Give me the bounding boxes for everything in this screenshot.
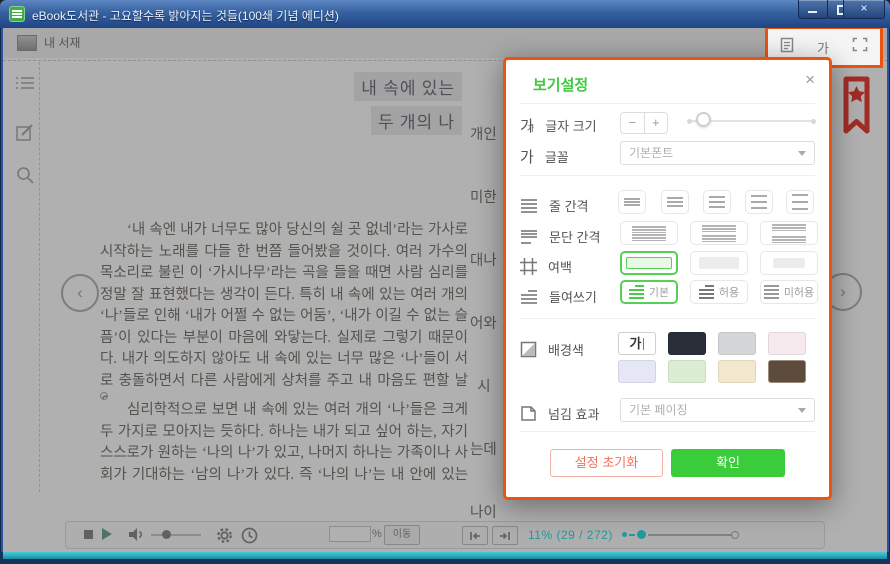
font-size-label: 글자 크기 <box>545 116 596 135</box>
font-size-stepper[interactable]: − + <box>620 112 668 134</box>
font-row-label: 가 글꼴 <box>520 146 569 167</box>
flip-effect-row-label: 넘김 효과 <box>520 404 599 423</box>
font-select[interactable]: 기본폰트 <box>620 141 815 165</box>
bg-swatch-white[interactable]: 가 <box>618 332 656 355</box>
title-bar: eBook도서관 - 고요할수록 밝아지는 것들(100쇄 기념 에디션) × <box>0 0 890 28</box>
line-spacing-option-4[interactable] <box>745 190 773 214</box>
indent-default-icon <box>629 285 644 300</box>
close-window-button[interactable]: × <box>843 0 885 19</box>
indent-allow-icon <box>699 285 714 300</box>
line-spacing-row-label: 줄 간격 <box>520 196 589 215</box>
font-size-slider-knob[interactable] <box>696 112 711 127</box>
margin-option-1[interactable] <box>620 251 678 275</box>
flip-effect-label: 넘김 효과 <box>548 404 599 423</box>
minimize-button[interactable] <box>798 0 828 19</box>
indent-option-default[interactable]: 기본 <box>620 280 678 304</box>
page-flip-icon <box>520 405 537 422</box>
para-spacing-label: 문단 간격 <box>549 227 600 246</box>
ebook-reader-window: eBook도서관 - 고요할수록 밝아지는 것들(100쇄 기념 에디션) × … <box>0 0 890 564</box>
margin-label: 여백 <box>548 257 572 276</box>
bg-swatch-cream[interactable] <box>718 360 756 383</box>
font-select-value: 기본폰트 <box>629 146 673 160</box>
reset-settings-button[interactable]: 설정 초기화 <box>550 449 663 477</box>
margin-icon <box>520 258 537 275</box>
chevron-down-icon <box>798 151 806 156</box>
line-spacing-option-3[interactable] <box>703 190 731 214</box>
bg-swatch-gray[interactable] <box>718 332 756 355</box>
panel-title: 보기설정 <box>533 74 588 95</box>
bg-color-icon <box>520 341 537 358</box>
line-spacing-option-1[interactable] <box>618 190 646 214</box>
fullscreen-icon[interactable] <box>852 37 868 57</box>
indent-option-allow[interactable]: 허용 <box>690 280 748 304</box>
font-size-slider[interactable] <box>688 120 815 122</box>
client-area: 내 서재 내 속에 있는 두 개의 나 ‘내 속엔 내가 너무도 많아 당신의 … <box>3 28 887 552</box>
teal-strip <box>3 552 887 559</box>
close-panel-icon[interactable]: × <box>805 70 815 90</box>
close-icon: × <box>844 1 884 15</box>
margin-row-label: 여백 <box>520 257 572 276</box>
indent-disallow-icon <box>764 285 779 300</box>
window-title: eBook도서관 - 고요할수록 밝아지는 것들(100쇄 기념 에디션) <box>32 7 339 24</box>
para-spacing-icon <box>520 229 538 245</box>
font-settings-icon[interactable]: 가 <box>817 38 829 57</box>
bg-swatch-green[interactable] <box>668 360 706 383</box>
bg-swatch-lavender[interactable] <box>618 360 656 383</box>
divider <box>520 431 815 432</box>
para-spacing-option-2[interactable] <box>690 221 748 245</box>
slider-end-dot <box>811 119 816 124</box>
line-spacing-label: 줄 간격 <box>549 196 589 215</box>
font-label: 글꼴 <box>545 147 569 166</box>
divider <box>520 103 815 104</box>
line-spacing-option-5[interactable] <box>786 190 814 214</box>
font-icon: 가 <box>520 146 534 167</box>
para-spacing-option-3[interactable] <box>760 221 818 245</box>
window-bottom-frame <box>0 552 890 564</box>
line-spacing-icon <box>520 198 538 214</box>
margin-option-3[interactable] <box>760 251 818 275</box>
line-spacing-option-2[interactable] <box>661 190 689 214</box>
slider-start-dot <box>687 119 692 124</box>
text-caret <box>643 338 644 350</box>
para-spacing-option-1[interactable] <box>620 221 678 245</box>
flip-effect-value: 기본 페이징 <box>629 403 688 417</box>
margin-option-2[interactable] <box>690 251 748 275</box>
confirm-button[interactable]: 확인 <box>671 449 785 477</box>
indent-option-disallow[interactable]: 미허용 <box>760 280 818 304</box>
bg-color-label: 배경색 <box>548 340 584 359</box>
minimize-icon <box>808 11 817 13</box>
page-view-icon[interactable] <box>780 37 794 58</box>
flip-effect-select[interactable]: 기본 페이징 <box>620 398 815 422</box>
font-size-row-label: 가가 글자 크기 <box>520 115 597 136</box>
divider <box>520 175 815 176</box>
bg-swatch-pink[interactable] <box>768 332 806 355</box>
app-icon <box>9 6 25 22</box>
divider <box>520 318 815 319</box>
bg-swatch-dark[interactable] <box>668 332 706 355</box>
indent-icon <box>520 289 538 305</box>
bg-color-row-label: 배경색 <box>520 340 584 359</box>
font-size-icon: 가가 <box>520 115 534 136</box>
plus-icon[interactable]: + <box>645 113 668 133</box>
minus-icon[interactable]: − <box>621 113 645 133</box>
view-settings-panel: 보기설정 × 가가 글자 크기 − + 가 글꼴 <box>503 57 832 500</box>
chevron-down-icon <box>798 408 806 413</box>
indent-row-label: 들여쓰기 <box>520 287 597 306</box>
indent-label: 들여쓰기 <box>549 287 597 306</box>
para-spacing-row-label: 문단 간격 <box>520 227 600 246</box>
bg-swatch-brown[interactable] <box>768 360 806 383</box>
